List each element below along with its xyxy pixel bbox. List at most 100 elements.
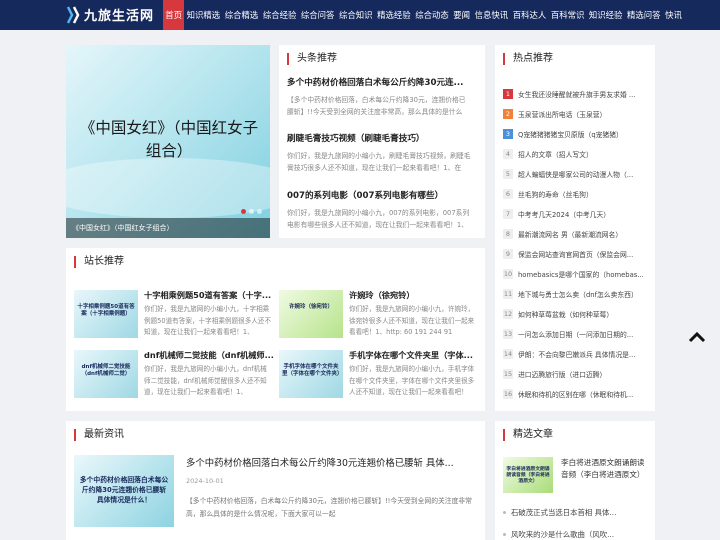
- recommend-thumbnail[interactable]: dnf机械师二觉技能（dnf机械师二觉）: [74, 350, 138, 398]
- headline-title[interactable]: 007的系列电影（007系列电影有哪些）: [287, 190, 472, 202]
- rank-badge: 10: [503, 268, 513, 279]
- hot-item[interactable]: 14 伊朗：不会向黎巴嫩派兵 具体情况是...: [503, 347, 648, 360]
- recommend-item[interactable]: dnf机械师二觉技能（dnf机械师二觉） dnf机械师二觉技能（dnf机械师..…: [74, 350, 274, 402]
- hot-item-label[interactable]: 女生我还没睡醒就被升旗手男友求婚 ...: [518, 89, 635, 99]
- headline-panel: 头条推荐 多个中药材价格回落白术每公斤约降30元连... 【多个中药材价格回落，…: [279, 45, 485, 238]
- hero-caption: 《中国女红》（中国红女子组合）: [66, 218, 270, 238]
- hero-slider[interactable]: 《中国女红》（中国红女子组合） 《中国女红》（中国红女子组合）: [66, 45, 270, 238]
- hot-item-label[interactable]: 一问怎么添加日期（一问添加日期的...: [518, 329, 633, 339]
- hot-item-label[interactable]: 招人的文章（招人写文）: [518, 149, 593, 159]
- section-title: 头条推荐: [287, 53, 337, 65]
- hot-item-label[interactable]: homebasics是哪个国家的（homebas...: [518, 269, 644, 279]
- hot-item-label[interactable]: 伊朗：不会向黎巴嫩派兵 具体情况是...: [518, 349, 635, 359]
- top-navbar: 九旅生活网 首页 知识精选 综合精选 综合经验 综合问答 综合知识 精选经验 综…: [0, 0, 720, 30]
- slider-dot[interactable]: [249, 209, 254, 214]
- hot-item[interactable]: 16 休眠和待机的区别在哪（休眠和待机...: [503, 387, 648, 400]
- thumbnail-text: 多个中药材价格回落白术每公斤约降30元连翘价格已腰斩 具体情况是什么！: [79, 476, 169, 504]
- recommend-desc: 你们好，我是九旅网的小编小九，dnf机械师二觉技能，dnf机械师觉醒很多人还不知…: [144, 365, 267, 396]
- hot-item[interactable]: 11 地下城与勇士怎么卖（dnf怎么卖东西）: [503, 287, 648, 300]
- selected-thumbnail[interactable]: 李白将进酒原文朗诵朗读音频（李白将进酒原文）: [503, 457, 553, 493]
- hot-item[interactable]: 12 如何种草莓盆栽（如何种草莓）: [503, 307, 648, 320]
- rank-badge: 14: [503, 348, 513, 359]
- nav-item[interactable]: 精选问答: [625, 0, 663, 30]
- nav-item[interactable]: 综合经验: [261, 0, 299, 30]
- headline-title[interactable]: 刷睫毛膏技巧视频（刷睫毛膏技巧）: [287, 133, 472, 145]
- hot-item-label[interactable]: 中考考几天2024（中考几天）: [518, 209, 610, 219]
- nav-item[interactable]: 百科常识: [549, 0, 587, 30]
- recommend-title[interactable]: 手机字体在哪个文件夹里（字体...: [349, 350, 479, 361]
- nav-item[interactable]: 知识经验: [587, 0, 625, 30]
- headline-item[interactable]: 多个中药材价格回落白术每公斤约降30元连... 【多个中药材价格回落，白术每公斤…: [287, 77, 472, 118]
- section-title: 热点推荐: [503, 53, 553, 65]
- headline-item[interactable]: 007的系列电影（007系列电影有哪些） 你们好，我是九旅网的小编小九，007的…: [287, 190, 472, 231]
- hot-item-label[interactable]: 如何种草莓盆栽（如何种草莓）: [518, 309, 613, 319]
- hot-item[interactable]: 4 招人的文章（招人写文）: [503, 147, 648, 160]
- recommend-thumbnail[interactable]: 十字相乘例题50道有答案（十字相乘例题）: [74, 290, 138, 338]
- selected-item[interactable]: 石破茂正式当选日本首相 具体...: [503, 507, 648, 518]
- hot-item-label[interactable]: 保监会网站查询官网首页（保监会网...: [518, 249, 633, 259]
- hot-item[interactable]: 8 最新潮流网名 男（最新潮流网名）: [503, 227, 648, 240]
- hot-item[interactable]: 10 homebasics是哪个国家的（homebas...: [503, 267, 648, 280]
- nav-item[interactable]: 综合精选: [222, 0, 260, 30]
- recommend-thumbnail[interactable]: 手机字体在哪个文件夹里（字体在哪个文件夹）: [279, 350, 343, 398]
- rank-badge: 2: [503, 108, 513, 119]
- nav-item[interactable]: 要闻: [451, 0, 472, 30]
- nav-item[interactable]: 综合问答: [299, 0, 337, 30]
- slider-dot[interactable]: [257, 209, 262, 214]
- recommend-title[interactable]: dnf机械师二觉技能（dnf机械师...: [144, 350, 274, 361]
- hot-item[interactable]: 1 女生我还没睡醒就被升旗手男友求婚 ...: [503, 87, 648, 100]
- hot-item-label[interactable]: 地下城与勇士怎么卖（dnf怎么卖东西）: [518, 289, 638, 299]
- rank-badge: 1: [503, 88, 513, 99]
- site-logo[interactable]: 九旅生活网: [66, 5, 154, 24]
- recommend-item[interactable]: 十字相乘例题50道有答案（十字相乘例题） 十字相乘例题50道有答案（十字... …: [74, 290, 274, 342]
- rank-badge: 12: [503, 308, 513, 319]
- hot-item-label[interactable]: 丝毛狗的寿命（丝毛狗）: [518, 189, 593, 199]
- hot-item[interactable]: 7 中考考几天2024（中考几天）: [503, 207, 648, 220]
- rank-badge: 7: [503, 208, 513, 219]
- hot-item-label[interactable]: Q宠猪猪猪猪宝贝原版（q宠猪猪）: [518, 129, 623, 139]
- latest-news-panel: 最新资讯 多个中药材价格回落白术每公斤约降30元连翘价格已腰斩 具体情况是什么！…: [66, 421, 485, 540]
- nav-item[interactable]: 百科达人: [510, 0, 548, 30]
- nav-item[interactable]: 综合知识: [337, 0, 375, 30]
- recommend-item[interactable]: 手机字体在哪个文件夹里（字体在哪个文件夹） 手机字体在哪个文件夹里（字体... …: [279, 350, 479, 402]
- headline-item[interactable]: 刷睫毛膏技巧视频（刷睫毛膏技巧） 你们好，我是九旅网的小编小九，刷睫毛膏技巧视频…: [287, 133, 472, 174]
- nav-item[interactable]: 综合动态: [413, 0, 451, 30]
- nav-item-home[interactable]: 首页: [163, 0, 185, 30]
- thumbnail-text: 李白将进酒原文朗诵朗读音频（李白将进酒原文）: [506, 467, 550, 484]
- hot-item[interactable]: 5 超人蝙蝠侠是哪家公司的动漫人物（...: [503, 167, 648, 180]
- news-thumbnail[interactable]: 多个中药材价格回落白术每公斤约降30元连翘价格已腰斩 具体情况是什么！: [74, 455, 174, 527]
- news-title[interactable]: 多个中药材价格回落白术每公斤约降30元连翘价格已腰斩 具体...: [186, 455, 474, 469]
- recommend-item[interactable]: 许婉玲（徐宛铃） 许婉玲（徐宛铃） 你们好，我是九旅网的小编小九，许婉玲，徐宛铃…: [279, 290, 479, 342]
- thumbnail-text: 手机字体在哪个文件夹里（字体在哪个文件夹）: [282, 364, 343, 377]
- hot-item-label[interactable]: 休眠和待机的区别在哪（休眠和待机...: [518, 389, 633, 399]
- hot-item[interactable]: 13 一问怎么添加日期（一问添加日期的...: [503, 327, 648, 340]
- headline-title[interactable]: 多个中药材价格回落白术每公斤约降30元连...: [287, 77, 472, 89]
- selected-item[interactable]: 风吹来的沙是什么歌曲（风吹...: [503, 529, 648, 540]
- hot-item[interactable]: 15 进口迈腾旅行版（进口迈腾）: [503, 367, 648, 380]
- rank-badge: 5: [503, 168, 513, 179]
- nav-item[interactable]: 信息快讯: [472, 0, 510, 30]
- selected-top-title[interactable]: 李白将进酒原文朗诵朗读音频（李白将进酒原文）: [561, 457, 647, 481]
- hot-item-label[interactable]: 进口迈腾旅行版（进口迈腾）: [518, 369, 606, 379]
- recommend-title[interactable]: 十字相乘例题50道有答案（十字...: [144, 290, 274, 301]
- selected-articles-panel: 精选文章 李白将进酒原文朗诵朗读音频（李白将进酒原文） 李白将进酒原文朗诵朗读音…: [495, 421, 655, 540]
- recommend-title[interactable]: 许婉玲（徐宛铃）: [349, 290, 479, 301]
- recommend-desc: 你们好，我是九旅网的小编小九，许婉玲，徐宛铃很多人还不知道，现在让我们一起来看看…: [349, 305, 475, 336]
- hero-decoration: [66, 158, 270, 218]
- rank-badge: 8: [503, 228, 513, 239]
- hot-item[interactable]: 9 保监会网站查询官网首页（保监会网...: [503, 247, 648, 260]
- nav-item[interactable]: 精选经验: [375, 0, 413, 30]
- hot-item-label[interactable]: 最新潮流网名 男（最新潮流网名）: [518, 229, 622, 239]
- hot-item[interactable]: 2 玉泉营派出所电话（玉泉营）: [503, 107, 648, 120]
- back-to-top-icon[interactable]: [688, 330, 706, 344]
- rank-badge: 6: [503, 188, 513, 199]
- thumbnail-text: 十字相乘例题50道有答案（十字相乘例题）: [77, 304, 135, 317]
- hot-item[interactable]: 3 Q宠猪猪猪猪宝贝原版（q宠猪猪）: [503, 127, 648, 140]
- hot-item-label[interactable]: 玉泉营派出所电话（玉泉营）: [518, 109, 606, 119]
- nav-item[interactable]: 快讯: [663, 0, 684, 30]
- slider-dot[interactable]: [241, 209, 246, 214]
- recommend-thumbnail[interactable]: 许婉玲（徐宛铃）: [279, 290, 343, 338]
- nav-item[interactable]: 知识精选: [184, 0, 222, 30]
- hot-item-label[interactable]: 超人蝙蝠侠是哪家公司的动漫人物（...: [518, 169, 633, 179]
- hot-item[interactable]: 6 丝毛狗的寿命（丝毛狗）: [503, 187, 648, 200]
